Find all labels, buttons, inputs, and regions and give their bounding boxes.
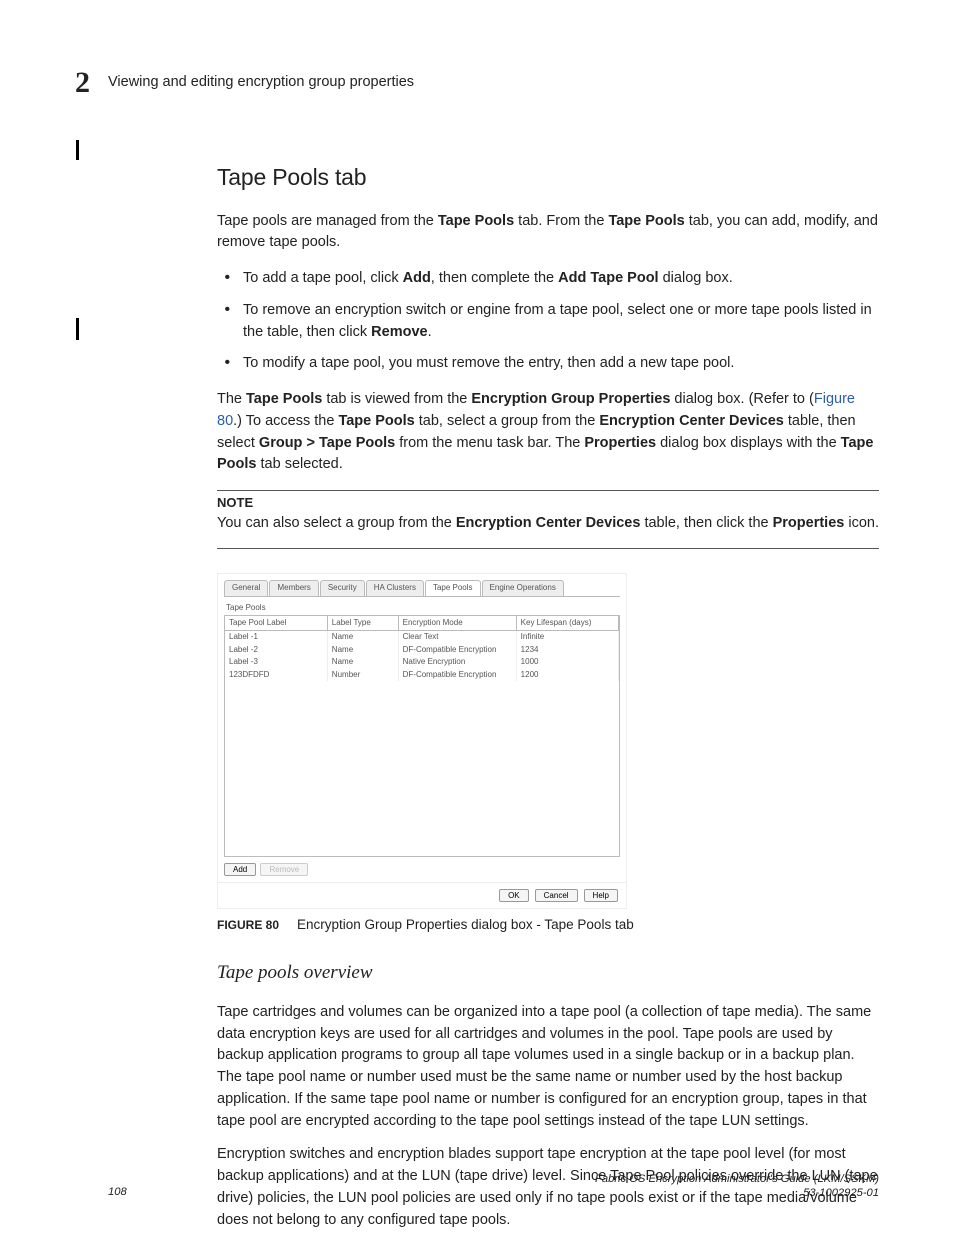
figure-caption: FIGURE 80Encryption Group Properties dia… bbox=[217, 915, 879, 935]
table-row[interactable]: 123DFDFD Number DF-Compatible Encryption… bbox=[225, 669, 619, 681]
table-row[interactable]: Label -1 Name Clear Text Infinite bbox=[225, 631, 619, 644]
doc-title: Fabric OS Encryption Administrator's Gui… bbox=[595, 1172, 879, 1187]
remove-button: Remove bbox=[260, 863, 308, 876]
intro-paragraph: Tape pools are managed from the Tape Poo… bbox=[217, 211, 879, 255]
access-paragraph: The Tape Pools tab is viewed from the En… bbox=[217, 389, 879, 476]
chapter-number: 2 bbox=[75, 60, 90, 105]
overview-p1: Tape cartridges and volumes can be organ… bbox=[217, 1002, 879, 1133]
list-item: To add a tape pool, click Add, then comp… bbox=[239, 266, 879, 290]
col-mode[interactable]: Encryption Mode bbox=[398, 616, 516, 631]
subsection-title: Tape pools overview bbox=[217, 959, 879, 988]
list-item: To modify a tape pool, you must remove t… bbox=[239, 351, 879, 375]
dialog-figure: General Members Security HA Clusters Tap… bbox=[217, 573, 627, 909]
col-type[interactable]: Label Type bbox=[327, 616, 398, 631]
tab-ha-clusters[interactable]: HA Clusters bbox=[366, 580, 424, 595]
tab-engine-operations[interactable]: Engine Operations bbox=[482, 580, 564, 595]
cancel-button[interactable]: Cancel bbox=[535, 889, 578, 902]
list-item: To remove an encryption switch or engine… bbox=[239, 298, 879, 344]
panel-label: Tape Pools bbox=[226, 603, 626, 613]
tab-security[interactable]: Security bbox=[320, 580, 365, 595]
add-button[interactable]: Add bbox=[224, 863, 256, 876]
help-button[interactable]: Help bbox=[584, 889, 618, 902]
col-lifespan[interactable]: Key Lifespan (days) bbox=[516, 616, 618, 631]
tab-members[interactable]: Members bbox=[269, 580, 318, 595]
figure-label: FIGURE 80 bbox=[217, 918, 279, 932]
doc-rev: 53-1002925-01 bbox=[595, 1186, 879, 1201]
tape-pools-table[interactable]: Tape Pool Label Label Type Encryption Mo… bbox=[225, 616, 619, 681]
running-head: Viewing and editing encryption group pro… bbox=[108, 72, 414, 94]
table-row[interactable]: Label -3 Name Native Encryption 1000 bbox=[225, 656, 619, 668]
page-number: 108 bbox=[108, 1184, 127, 1201]
col-label[interactable]: Tape Pool Label bbox=[225, 616, 327, 631]
note-heading: NOTE bbox=[217, 493, 879, 513]
bullet-list: To add a tape pool, click Add, then comp… bbox=[217, 266, 879, 375]
ok-button[interactable]: OK bbox=[499, 889, 529, 902]
tab-general[interactable]: General bbox=[224, 580, 268, 595]
note-body: You can also select a group from the Enc… bbox=[217, 513, 879, 535]
section-title: Tape Pools tab bbox=[217, 160, 879, 195]
tab-tape-pools[interactable]: Tape Pools bbox=[425, 580, 481, 595]
table-row[interactable]: Label -2 Name DF-Compatible Encryption 1… bbox=[225, 644, 619, 656]
